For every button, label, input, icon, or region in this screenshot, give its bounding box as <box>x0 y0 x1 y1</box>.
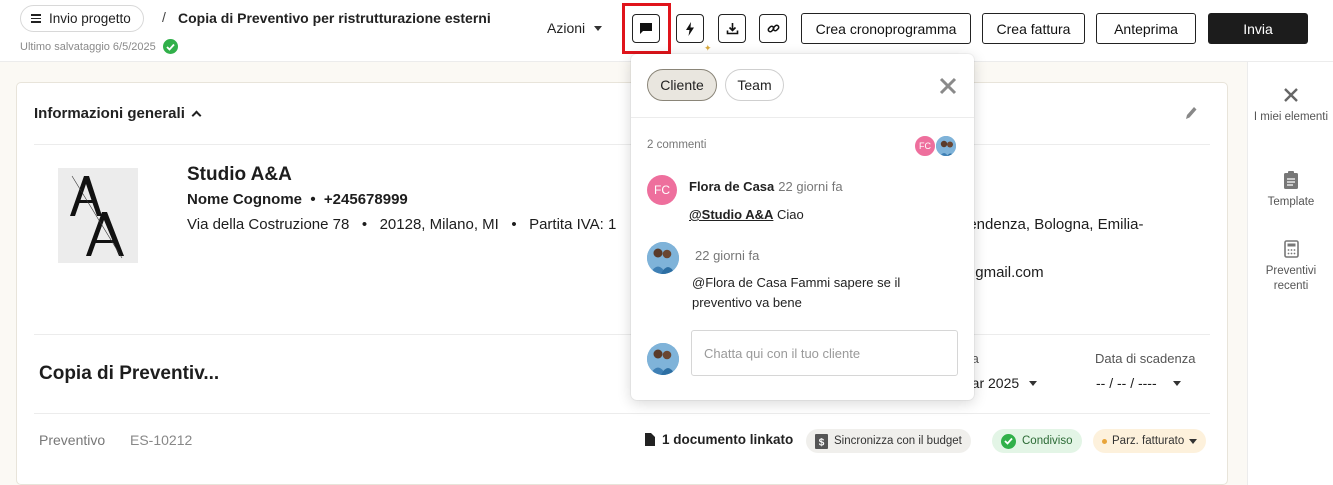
divider <box>34 334 1210 335</box>
sidebar-item-template[interactable]: Template <box>1248 171 1333 210</box>
sidebar-item-my-elements[interactable]: I miei elementi <box>1248 86 1333 125</box>
caret-down-icon <box>1029 380 1038 386</box>
status-dot-icon <box>1102 438 1107 444</box>
comment-time: 22 giorni fa <box>695 248 760 263</box>
sidebar-item-recent-quotes[interactable]: Preventivi recenti <box>1248 240 1333 294</box>
actions-dropdown[interactable]: Azioni <box>547 20 603 36</box>
comment-time: 22 giorni fa <box>778 179 843 194</box>
save-status-label: Ultimo salvataggio 6/5/2025 <box>20 40 156 53</box>
document-name[interactable]: Copia di Preventiv... <box>39 363 219 385</box>
comment-author: Flora de Casa 22 giorni fa <box>689 179 843 194</box>
due-date-label: Data di scadenza <box>1095 351 1196 366</box>
document-title[interactable]: Copia di Preventivo per ristrutturazione… <box>178 10 491 26</box>
document-type: Preventivo <box>39 432 106 448</box>
billing-status-pill[interactable]: Parz. fatturato <box>1093 429 1207 453</box>
copy-link-button[interactable] <box>759 14 787 43</box>
document-number: ES-10212 <box>130 432 193 448</box>
svg-text:$: $ <box>819 437 825 448</box>
create-schedule-button[interactable]: Crea cronoprogramma <box>801 13 971 44</box>
linked-documents-label: 1 documento linkato <box>662 432 794 447</box>
tab-team[interactable]: Team <box>725 69 784 101</box>
avatar: FC <box>647 175 677 205</box>
calculator-icon <box>1283 240 1299 258</box>
highlight-box <box>622 3 671 54</box>
clipboard-icon <box>1284 171 1298 189</box>
caret-down-icon <box>594 25 603 31</box>
caret-down-icon <box>1172 380 1181 386</box>
project-menu-button[interactable]: Invio progetto <box>20 5 144 32</box>
due-date-value: -- / -- / ---- <box>1096 375 1157 391</box>
budget-sync-pill[interactable]: $ Sincronizza con il budget <box>806 429 971 453</box>
shared-status-pill[interactable]: Condiviso <box>992 429 1082 453</box>
billing-status-label: Parz. fatturato <box>1112 435 1185 447</box>
send-button[interactable]: Invia <box>1208 13 1308 44</box>
client-line-2: pendenza, Bologna, Emilia- <box>960 216 1144 233</box>
section-header[interactable]: Informazioni generali <box>34 105 202 122</box>
link-icon <box>767 24 779 33</box>
tools-icon <box>1284 88 1298 102</box>
chevron-up-icon <box>191 110 202 121</box>
dollar-doc-icon: $ <box>815 433 828 449</box>
document-icon <box>645 433 655 446</box>
sidebar-item-label: Template <box>1267 196 1315 208</box>
sparkle-icon: ✦ <box>704 43 712 53</box>
company-logo <box>58 168 138 263</box>
actions-label: Azioni <box>547 20 586 36</box>
comment-text: @Studio A&A Ciao <box>689 207 804 222</box>
avatar <box>647 343 679 375</box>
section-title: Informazioni generali <box>34 105 185 122</box>
save-status: Ultimo salvataggio 6/5/2025 <box>20 39 178 54</box>
linked-documents[interactable]: 1 documento linkato <box>645 432 793 447</box>
company-address: Via della Costruzione 78 • 20128, Milano… <box>187 216 617 233</box>
company-contact: Nome Cognome • +245678999 <box>187 191 408 208</box>
divider <box>34 413 1210 414</box>
caret-down-icon <box>1189 438 1198 444</box>
create-invoice-button[interactable]: Crea fattura <box>982 13 1085 44</box>
tab-client[interactable]: Cliente <box>647 69 717 101</box>
lightning-icon <box>686 21 694 36</box>
sidebar-item-label: Preventivi recenti <box>1265 265 1317 292</box>
budget-sync-label: Sincronizza con il budget <box>834 435 962 447</box>
download-icon <box>726 23 738 35</box>
comment-text: @Flora de Casa Fammi sapere se il preven… <box>692 275 901 310</box>
document-card <box>16 82 1228 485</box>
right-sidebar: I miei elementi Template Preventivi rece… <box>1247 62 1333 485</box>
check-circle-icon <box>1001 433 1016 449</box>
company-name: Studio A&A <box>187 164 292 185</box>
due-date-picker[interactable]: -- / -- / ---- <box>1096 375 1181 391</box>
check-circle-icon <box>162 39 178 54</box>
mention-link[interactable]: @Studio A&A <box>689 207 773 222</box>
breadcrumb-separator: / <box>162 9 166 25</box>
chat-input[interactable] <box>691 330 958 376</box>
avatar <box>935 135 957 157</box>
avatar <box>647 242 679 274</box>
sidebar-item-label: I miei elementi <box>1253 111 1329 123</box>
close-icon[interactable] <box>938 76 958 96</box>
comments-popover: Cliente Team 2 commenti FC FC Flora de C… <box>631 54 974 400</box>
project-menu-label: Invio progetto <box>49 11 131 26</box>
preview-button[interactable]: Anteprima <box>1096 13 1196 44</box>
comment-count: 2 commenti <box>647 139 707 151</box>
shared-status-label: Condiviso <box>1022 435 1073 447</box>
automations-button[interactable] <box>676 14 704 43</box>
pencil-icon[interactable] <box>1183 104 1199 122</box>
download-button[interactable] <box>718 14 746 43</box>
menu-icon <box>31 14 41 23</box>
divider <box>34 144 1210 145</box>
divider <box>631 117 974 118</box>
avatar: FC <box>914 135 936 157</box>
